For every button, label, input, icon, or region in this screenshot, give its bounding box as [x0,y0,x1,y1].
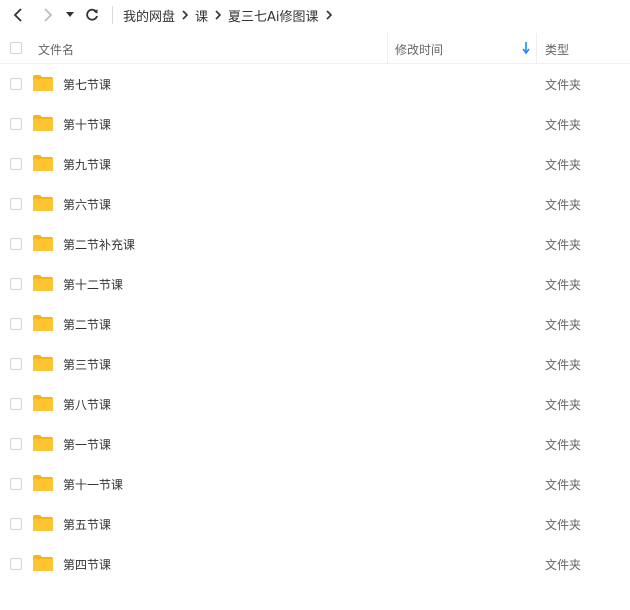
file-type: 文件夹 [545,238,582,252]
refresh-icon [86,8,98,21]
toolbar-divider [112,6,113,24]
file-row[interactable]: 第十一节课 文件夹 [0,464,630,504]
file-name[interactable]: 第十二节课 [63,276,123,293]
folder-icon [33,395,53,411]
folder-icon [33,355,53,371]
file-row[interactable]: 第一节课 文件夹 [0,424,630,464]
breadcrumb: 我的网盘 课 夏三七Ai修图课 [123,6,339,25]
sort-down-arrow-icon[interactable] [521,41,531,55]
folder-icon [33,555,53,571]
chevron-right-icon[interactable] [319,6,339,24]
back-button[interactable] [8,5,28,25]
file-type: 文件夹 [545,158,582,172]
chevron-right-icon [44,8,53,22]
row-checkbox[interactable] [10,318,22,330]
folder-icon [33,115,53,131]
file-name[interactable]: 第二节课 [63,316,111,333]
file-name[interactable]: 第十节课 [63,116,111,133]
file-name[interactable]: 第三节课 [63,356,111,373]
file-name[interactable]: 第五节课 [63,516,111,533]
file-row[interactable]: 第九节课 文件夹 [0,144,630,184]
file-type: 文件夹 [545,358,582,372]
column-divider[interactable] [387,33,388,63]
folder-icon [33,275,53,291]
folder-icon [33,235,53,251]
file-row[interactable]: 第八节课 文件夹 [0,384,630,424]
column-header-name[interactable]: 文件名 [38,41,74,58]
file-type: 文件夹 [545,478,582,492]
row-checkbox[interactable] [10,358,22,370]
file-name[interactable]: 第九节课 [63,156,111,173]
file-row[interactable]: 第二节课 文件夹 [0,304,630,344]
file-type: 文件夹 [545,558,582,572]
chevron-right-icon [208,6,228,24]
file-type: 文件夹 [545,198,582,212]
file-name[interactable]: 第八节课 [63,396,111,413]
file-name[interactable]: 第一节课 [63,436,111,453]
column-divider[interactable] [536,33,537,63]
row-checkbox[interactable] [10,118,22,130]
file-type: 文件夹 [545,398,582,412]
row-checkbox[interactable] [10,198,22,210]
caret-down-icon [66,12,74,17]
row-checkbox[interactable] [10,78,22,90]
breadcrumb-item-current[interactable]: 夏三七Ai修图课 [228,6,319,25]
row-checkbox[interactable] [10,398,22,410]
column-header-modified[interactable]: 修改时间 [395,41,443,58]
row-checkbox[interactable] [10,558,22,570]
forward-button[interactable] [38,5,58,25]
chevron-left-icon [13,8,22,22]
file-list-header: 文件名 修改时间 类型 [0,33,630,64]
row-checkbox[interactable] [10,278,22,290]
file-type: 文件夹 [545,518,582,532]
folder-icon [33,315,53,331]
file-row[interactable]: 第二节补充课 文件夹 [0,224,630,264]
file-name[interactable]: 第二节补充课 [63,236,135,253]
row-checkbox[interactable] [10,438,22,450]
file-row[interactable]: 第四节课 文件夹 [0,544,630,584]
refresh-button[interactable] [82,5,102,25]
column-header-type[interactable]: 类型 [545,41,569,58]
row-checkbox[interactable] [10,478,22,490]
folder-icon [33,515,53,531]
history-dropdown-button[interactable] [62,5,78,25]
file-row[interactable]: 第七节课 文件夹 [0,64,630,104]
file-row[interactable]: 第五节课 文件夹 [0,504,630,544]
file-name[interactable]: 第六节课 [63,196,111,213]
breadcrumb-item-folder[interactable]: 课 [195,6,208,25]
file-row[interactable]: 第十节课 文件夹 [0,104,630,144]
file-type: 文件夹 [545,278,582,292]
select-all-checkbox[interactable] [10,42,22,54]
file-row[interactable]: 第三节课 文件夹 [0,344,630,384]
file-type: 文件夹 [545,118,582,132]
row-checkbox[interactable] [10,518,22,530]
folder-icon [33,475,53,491]
file-name[interactable]: 第十一节课 [63,476,123,493]
folder-icon [33,435,53,451]
folder-icon [33,75,53,91]
row-checkbox[interactable] [10,238,22,250]
file-list: 第七节课 文件夹 第十节课 文件夹 第九节课 文件夹 第六节课 文件夹 第二节补充课 文件夹 第十二… [0,64,630,584]
file-type: 文件夹 [545,318,582,332]
file-name[interactable]: 第四节课 [63,556,111,573]
file-row[interactable]: 第十二节课 文件夹 [0,264,630,304]
row-checkbox[interactable] [10,158,22,170]
breadcrumb-item-root[interactable]: 我的网盘 [123,6,175,25]
file-type: 文件夹 [545,78,582,92]
folder-icon [33,195,53,211]
file-name[interactable]: 第七节课 [63,76,111,93]
file-row[interactable]: 第六节课 文件夹 [0,184,630,224]
file-type: 文件夹 [545,438,582,452]
chevron-right-icon [175,6,195,24]
toolbar: 我的网盘 课 夏三七Ai修图课 [0,0,630,30]
folder-icon [33,155,53,171]
